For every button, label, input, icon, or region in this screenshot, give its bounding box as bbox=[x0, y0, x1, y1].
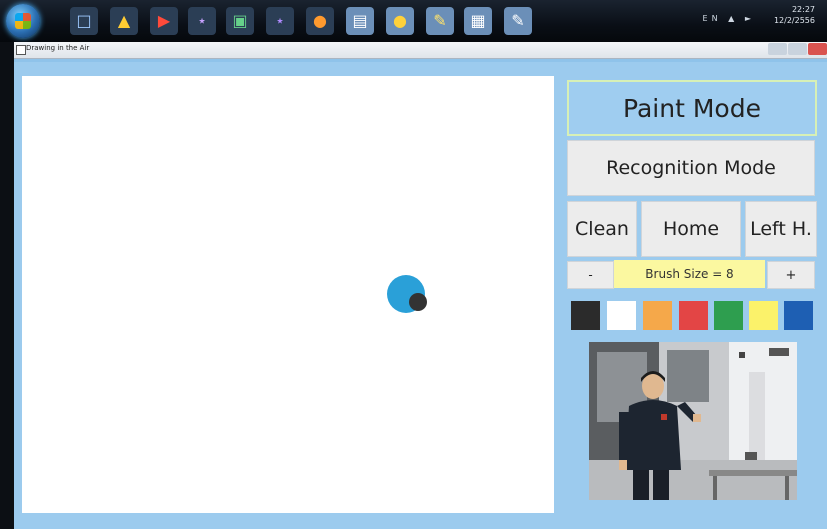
chrome-icon[interactable]: ● bbox=[386, 7, 414, 35]
visual-studio-2-icon[interactable]: ⋆ bbox=[266, 7, 294, 35]
visual-studio-icon[interactable]: ⋆ bbox=[188, 7, 216, 35]
paint-mode-button[interactable]: Paint Mode bbox=[567, 80, 817, 136]
notes-icon[interactable]: ▤ bbox=[346, 7, 374, 35]
volume-icon[interactable]: ► bbox=[745, 14, 755, 23]
network-icon[interactable]: ▲ bbox=[728, 14, 738, 23]
pdf-reader-icon[interactable]: ▶ bbox=[150, 7, 178, 35]
draw-app-icon[interactable]: ✎ bbox=[504, 7, 532, 35]
home-button[interactable]: Home bbox=[641, 201, 741, 257]
taskbar: □ ▲ ▶ ⋆ ▣ ⋆ ● ▤ ● ✎ ▦ ✎ EN ▲ ► 22:27 12/… bbox=[0, 0, 827, 42]
firefox-icon[interactable]: ● bbox=[306, 7, 334, 35]
app-window: Drawing in the Air Paint Mode Recognitio… bbox=[14, 42, 827, 529]
language-indicator[interactable]: EN bbox=[703, 14, 722, 23]
control-panel: Paint Mode Recognition Mode Clean Home L… bbox=[560, 76, 819, 521]
brush-size-label: Brush Size = 8 bbox=[614, 260, 765, 288]
swatch-red[interactable] bbox=[679, 301, 708, 330]
explorer-icon[interactable]: □ bbox=[70, 7, 98, 35]
clock[interactable]: 22:27 12/2/2556 bbox=[755, 4, 815, 26]
brush-decrease-button[interactable]: - bbox=[567, 261, 614, 289]
drawing-canvas[interactable] bbox=[22, 76, 554, 513]
media-center-icon[interactable]: ▣ bbox=[226, 7, 254, 35]
clean-button[interactable]: Clean bbox=[567, 201, 637, 257]
hand-cursor-dot bbox=[409, 293, 427, 311]
maximize-icon[interactable] bbox=[788, 43, 807, 55]
webcam-feed-image bbox=[589, 342, 797, 500]
sticky-notes-icon[interactable]: ▦ bbox=[464, 7, 492, 35]
webcam-preview bbox=[589, 342, 797, 500]
swatch-yellow[interactable] bbox=[749, 301, 778, 330]
clock-date: 12/2/2556 bbox=[773, 16, 815, 25]
window-controls bbox=[767, 43, 827, 55]
clock-time: 22:27 bbox=[791, 5, 815, 14]
swatch-black[interactable] bbox=[571, 301, 600, 330]
brush-increase-button[interactable]: + bbox=[767, 261, 815, 289]
swatch-green[interactable] bbox=[714, 301, 743, 330]
swatch-white[interactable] bbox=[607, 301, 636, 330]
swatch-orange[interactable] bbox=[643, 301, 672, 330]
title-bar[interactable]: Drawing in the Air bbox=[14, 42, 827, 59]
client-area: Paint Mode Recognition Mode Clean Home L… bbox=[14, 62, 827, 529]
recognition-mode-button[interactable]: Recognition Mode bbox=[567, 140, 815, 196]
editor-icon[interactable]: ✎ bbox=[426, 7, 454, 35]
swatch-blue[interactable] bbox=[784, 301, 813, 330]
warning-app-icon[interactable]: ▲ bbox=[110, 7, 138, 35]
start-button[interactable] bbox=[6, 4, 40, 38]
minimize-icon[interactable] bbox=[768, 43, 787, 55]
window-title: Drawing in the Air bbox=[26, 44, 90, 52]
app-icon bbox=[16, 45, 26, 55]
close-icon[interactable] bbox=[808, 43, 827, 55]
left-hand-button[interactable]: Left H. bbox=[745, 201, 817, 257]
